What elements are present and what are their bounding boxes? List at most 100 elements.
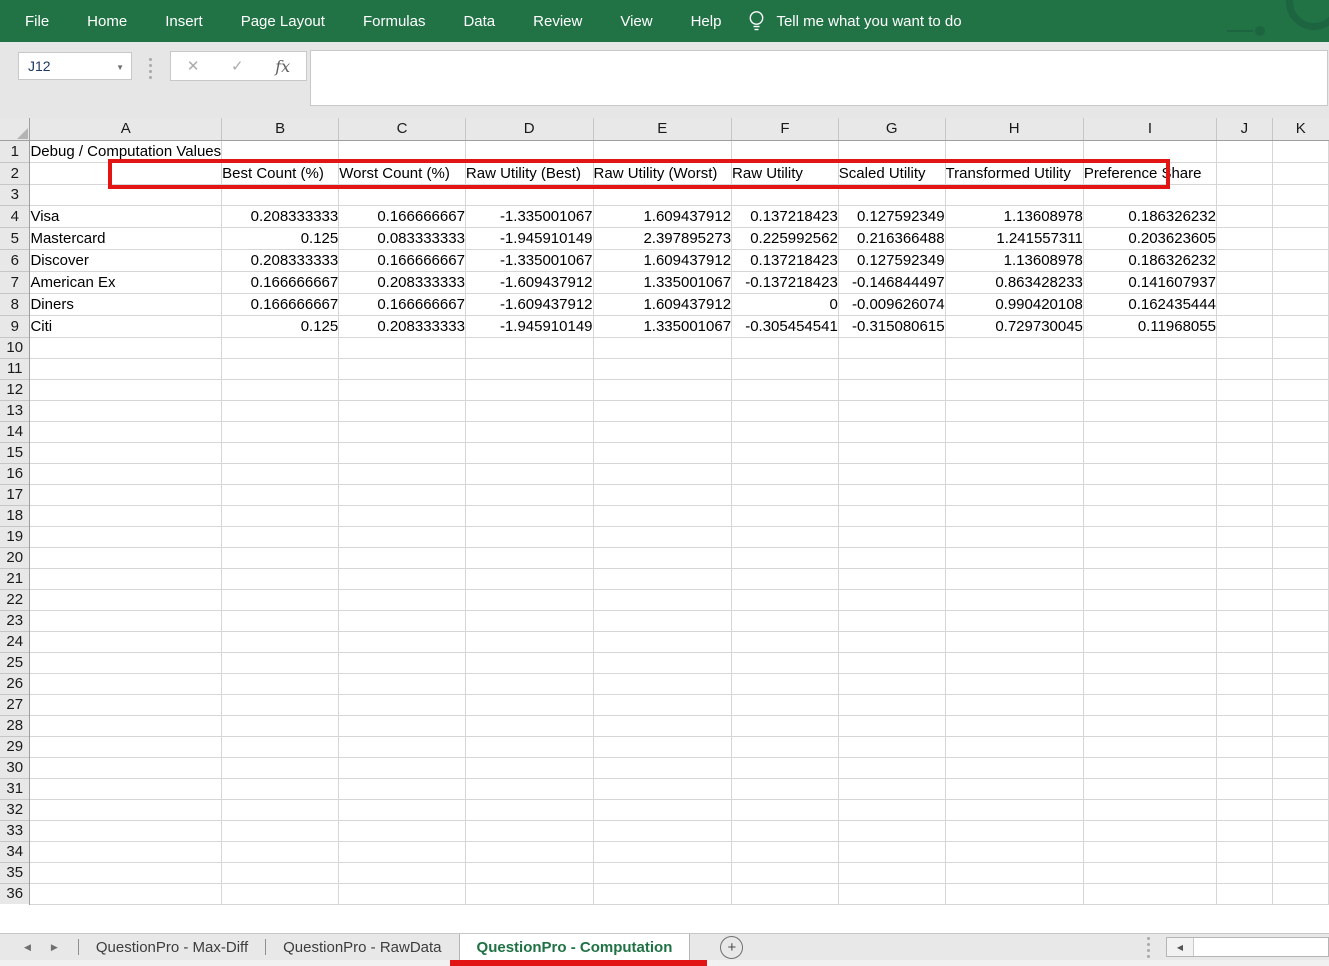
cell-B27[interactable]: [222, 694, 339, 715]
cell-B29[interactable]: [222, 736, 339, 757]
cell-F33[interactable]: [732, 820, 839, 841]
cell-H5[interactable]: 1.241557311: [945, 227, 1083, 249]
cell-F18[interactable]: [732, 505, 839, 526]
cell-G24[interactable]: [838, 631, 945, 652]
cell-H21[interactable]: [945, 568, 1083, 589]
cell-B23[interactable]: [222, 610, 339, 631]
cell-H9[interactable]: 0.729730045: [945, 315, 1083, 337]
cell-C6[interactable]: 0.166666667: [339, 249, 466, 271]
cell-I18[interactable]: [1083, 505, 1216, 526]
cell-H15[interactable]: [945, 442, 1083, 463]
cell-A5[interactable]: Mastercard: [30, 227, 222, 249]
cell-D31[interactable]: [465, 778, 593, 799]
sheet-tab-questionpro-max-diff[interactable]: QuestionPro - Max-Diff: [79, 934, 265, 960]
cell-A11[interactable]: [30, 358, 222, 379]
cell-G30[interactable]: [838, 757, 945, 778]
cell-J4[interactable]: [1216, 205, 1272, 227]
cell-C8[interactable]: 0.166666667: [339, 293, 466, 315]
cell-H29[interactable]: [945, 736, 1083, 757]
cell-G6[interactable]: 0.127592349: [838, 249, 945, 271]
cell-G14[interactable]: [838, 421, 945, 442]
cell-D12[interactable]: [465, 379, 593, 400]
cell-B19[interactable]: [222, 526, 339, 547]
row-header-4[interactable]: 4: [0, 205, 30, 227]
cell-B18[interactable]: [222, 505, 339, 526]
cell-J12[interactable]: [1216, 379, 1272, 400]
row-header-31[interactable]: 31: [0, 778, 30, 799]
cell-I3[interactable]: [1083, 184, 1216, 205]
row-header-5[interactable]: 5: [0, 227, 30, 249]
tab-scroll-right-icon[interactable]: ▶: [51, 942, 58, 953]
cell-J19[interactable]: [1216, 526, 1272, 547]
row-header-28[interactable]: 28: [0, 715, 30, 736]
row-header-18[interactable]: 18: [0, 505, 30, 526]
cell-G19[interactable]: [838, 526, 945, 547]
cell-A21[interactable]: [30, 568, 222, 589]
cell-A36[interactable]: [30, 883, 222, 904]
cell-H36[interactable]: [945, 883, 1083, 904]
cell-A19[interactable]: [30, 526, 222, 547]
cell-E16[interactable]: [593, 463, 732, 484]
cell-F6[interactable]: 0.137218423: [732, 249, 839, 271]
cell-H4[interactable]: 1.13608978: [945, 205, 1083, 227]
cell-F11[interactable]: [732, 358, 839, 379]
cell-H35[interactable]: [945, 862, 1083, 883]
cell-B3[interactable]: [222, 184, 339, 205]
cell-A20[interactable]: [30, 547, 222, 568]
cell-E4[interactable]: 1.609437912: [593, 205, 732, 227]
cell-J36[interactable]: [1216, 883, 1272, 904]
cell-F22[interactable]: [732, 589, 839, 610]
cell-E12[interactable]: [593, 379, 732, 400]
row-header-21[interactable]: 21: [0, 568, 30, 589]
cell-H30[interactable]: [945, 757, 1083, 778]
col-header-J[interactable]: J: [1216, 118, 1272, 140]
cell-K24[interactable]: [1272, 631, 1328, 652]
cell-G31[interactable]: [838, 778, 945, 799]
cell-K23[interactable]: [1272, 610, 1328, 631]
cell-K7[interactable]: [1272, 271, 1328, 293]
cell-C1[interactable]: [339, 140, 466, 162]
cell-I2[interactable]: Preference Share: [1083, 162, 1216, 184]
cell-K18[interactable]: [1272, 505, 1328, 526]
cell-E10[interactable]: [593, 337, 732, 358]
col-header-C[interactable]: C: [339, 118, 466, 140]
row-header-29[interactable]: 29: [0, 736, 30, 757]
cell-J2[interactable]: [1216, 162, 1272, 184]
cell-J22[interactable]: [1216, 589, 1272, 610]
menu-page-layout[interactable]: Page Layout: [222, 0, 344, 42]
cell-A1[interactable]: Debug / Computation Values: [30, 140, 222, 162]
cell-A29[interactable]: [30, 736, 222, 757]
cell-G36[interactable]: [838, 883, 945, 904]
cell-A34[interactable]: [30, 841, 222, 862]
cell-H23[interactable]: [945, 610, 1083, 631]
cell-F15[interactable]: [732, 442, 839, 463]
cell-E31[interactable]: [593, 778, 732, 799]
row-header-3[interactable]: 3: [0, 184, 30, 205]
cell-I28[interactable]: [1083, 715, 1216, 736]
cell-C32[interactable]: [339, 799, 466, 820]
tell-me-box[interactable]: Tell me what you want to do: [748, 9, 961, 33]
cell-E14[interactable]: [593, 421, 732, 442]
cell-K26[interactable]: [1272, 673, 1328, 694]
cell-B1[interactable]: [222, 140, 339, 162]
new-sheet-button[interactable]: +: [720, 936, 743, 959]
cell-J1[interactable]: [1216, 140, 1272, 162]
cell-H26[interactable]: [945, 673, 1083, 694]
cell-E20[interactable]: [593, 547, 732, 568]
cell-H28[interactable]: [945, 715, 1083, 736]
cell-F36[interactable]: [732, 883, 839, 904]
cell-B2[interactable]: Best Count (%): [222, 162, 339, 184]
tabbar-resize-handle[interactable]: [1147, 937, 1150, 958]
cell-B14[interactable]: [222, 421, 339, 442]
sheet-tab-questionpro-computation[interactable]: QuestionPro - Computation: [459, 934, 691, 960]
row-header-17[interactable]: 17: [0, 484, 30, 505]
cell-J3[interactable]: [1216, 184, 1272, 205]
cell-F27[interactable]: [732, 694, 839, 715]
cell-I9[interactable]: 0.11968055: [1083, 315, 1216, 337]
cell-I14[interactable]: [1083, 421, 1216, 442]
cell-B25[interactable]: [222, 652, 339, 673]
cell-A18[interactable]: [30, 505, 222, 526]
cell-D7[interactable]: -1.609437912: [465, 271, 593, 293]
cell-I35[interactable]: [1083, 862, 1216, 883]
cell-J5[interactable]: [1216, 227, 1272, 249]
